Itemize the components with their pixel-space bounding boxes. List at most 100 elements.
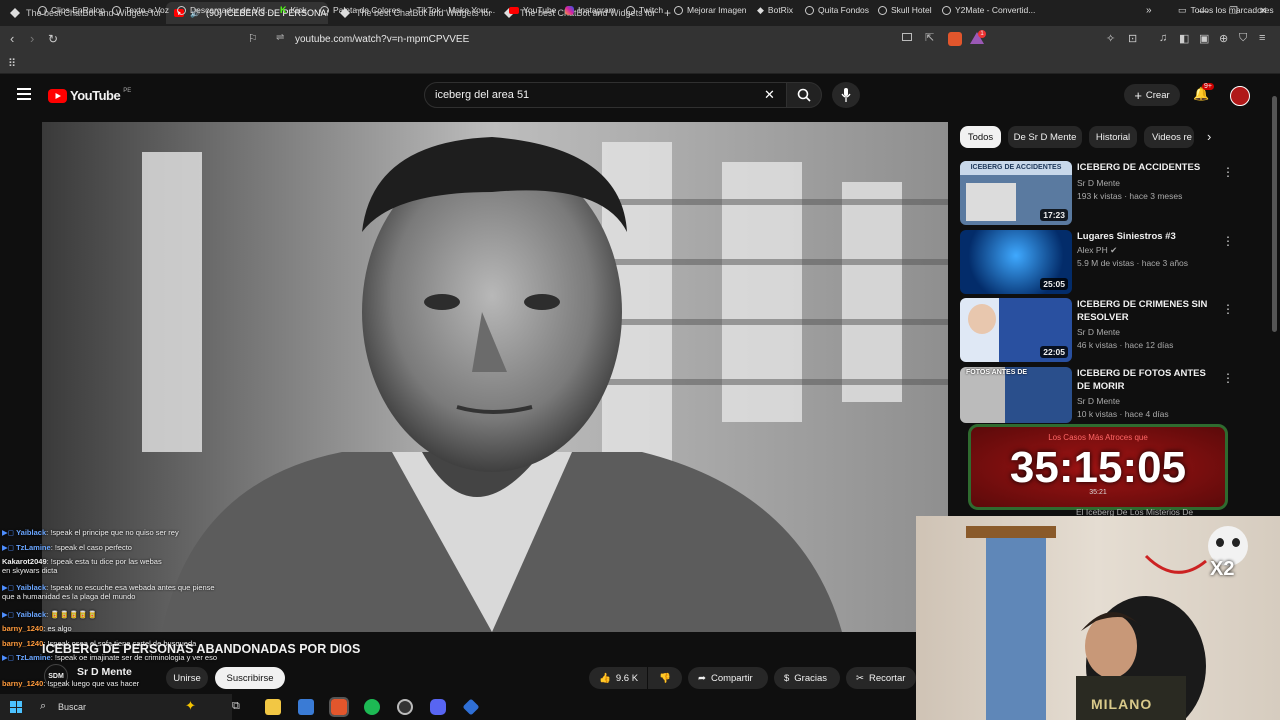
apps-grid-icon[interactable]: ⠿	[8, 57, 16, 70]
page-scrollbar[interactable]	[1272, 96, 1277, 332]
wallet-icon[interactable]: ▣	[1199, 32, 1209, 45]
chip-channel[interactable]: De Sr D Mente	[1008, 126, 1082, 148]
new-tab-button[interactable]: +	[664, 6, 671, 20]
bookmark-item[interactable]: Y2Mate - Convertid...	[942, 2, 1035, 18]
more-options-icon[interactable]: ⋮	[1222, 302, 1234, 316]
app-icon[interactable]	[462, 698, 480, 716]
bookmark-item[interactable]: Instagram	[565, 2, 616, 18]
youtube-logo[interactable]: YouTube PE	[48, 88, 131, 103]
more-options-icon[interactable]: ⋮	[1222, 371, 1234, 385]
brave-browser-icon[interactable]	[329, 697, 349, 717]
create-button[interactable]: + Crear	[1124, 84, 1180, 106]
bookmark-item[interactable]: Twitch	[626, 2, 663, 18]
suggested-video[interactable]: FOTOS ANTES DE ICEBERG DE FOTOS ANTES DE…	[960, 367, 1234, 431]
forward-icon[interactable]: ›	[30, 31, 34, 46]
chat-message: barny_1240: es algo	[2, 624, 232, 633]
brave-shields-icon[interactable]	[948, 32, 962, 46]
chat-badge-icon: ▶◻	[2, 583, 14, 592]
reload-icon[interactable]: ↻	[48, 32, 58, 46]
video-title[interactable]: ICEBERG DE FOTOS ANTES DE MORIR	[1077, 367, 1217, 393]
chat-message: ▶◻ Yaiblack: !speak el principe que no q…	[2, 528, 232, 537]
chips-next-icon[interactable]: ›	[1207, 129, 1211, 144]
menu-icon[interactable]: ≡	[1259, 32, 1265, 44]
bookmark-item[interactable]: Quita Fondos	[805, 2, 869, 18]
chat-text: : !speak el caso perfecto	[50, 543, 132, 552]
windows-taskbar	[0, 694, 232, 720]
suggested-video[interactable]: 22:05 ICEBERG DE CRIMENES SIN RESOLVER S…	[960, 298, 1234, 362]
video-thumbnail[interactable]: FOTOS ANTES DE	[960, 367, 1072, 423]
bookmark-label: Clips EnRalop	[51, 5, 105, 15]
chip-historial[interactable]: Historial	[1089, 126, 1137, 148]
screenshot-icon[interactable]: ⊡	[1128, 32, 1137, 45]
video-thumbnail[interactable]: 25:05	[960, 230, 1072, 294]
windows-start-icon[interactable]	[10, 701, 22, 713]
bookmark-item[interactable]: Descargador de Vid...	[177, 2, 272, 18]
avatar[interactable]	[1230, 86, 1250, 106]
cast-icon[interactable]	[902, 33, 912, 41]
all-bookmarks-button[interactable]: ▭ Todos los marcadores	[1178, 2, 1274, 18]
store-icon[interactable]	[298, 699, 314, 715]
chat-emotes: 🥫🥫🥫🥫🥫	[50, 610, 97, 619]
bookmark-item[interactable]: Mejorar Imagen	[674, 2, 747, 18]
clear-search-icon[interactable]: ✕	[764, 87, 775, 103]
suggested-video[interactable]: 25:05 Lugares Siniestros #3 Alex PH ✔ 5.…	[960, 230, 1234, 294]
file-explorer-icon[interactable]	[265, 699, 281, 715]
chip-todos[interactable]: Todos	[960, 126, 1001, 148]
back-icon[interactable]: ‹	[10, 31, 14, 46]
obs-icon[interactable]	[397, 699, 413, 715]
spotify-icon[interactable]	[364, 699, 380, 715]
clip-button[interactable]: ✂ Recortar	[846, 667, 916, 689]
like-button[interactable]: 👍 9.6 K	[589, 667, 647, 689]
discord-icon[interactable]	[430, 699, 446, 715]
chip-videos-relacionados[interactable]: Videos re	[1144, 126, 1194, 148]
bookmark-item[interactable]: Clips EnRalop	[38, 2, 105, 18]
share-page-icon[interactable]: ⇱	[925, 31, 934, 44]
join-button[interactable]: Unirse	[166, 667, 208, 689]
bookmark-item[interactable]: ♪ TikTok - Make Your...	[408, 2, 495, 18]
hamburger-menu-icon[interactable]	[17, 88, 31, 100]
thanks-button[interactable]: $ Gracias	[774, 667, 840, 689]
channel-name[interactable]: Alex PH ✔	[1077, 245, 1117, 256]
dislike-button[interactable]: 👎	[648, 667, 682, 689]
video-title[interactable]: ICEBERG DE CRIMENES SIN RESOLVER	[1077, 298, 1217, 324]
taskbar-search-box[interactable]: Buscar	[58, 702, 86, 712]
bookmark-item[interactable]: Paleta de Colores	[320, 2, 401, 18]
bookmark-item[interactable]: Skull Hotel	[878, 2, 932, 18]
video-title[interactable]: Lugares Siniestros #3	[1077, 230, 1217, 243]
channel-name[interactable]: Sr D Mente	[1077, 178, 1120, 188]
channel-name[interactable]: Sr D Mente	[1077, 396, 1120, 406]
shield-icon[interactable]: ⛉	[1239, 32, 1247, 45]
copilot-sparkle-icon[interactable]: ✦	[185, 698, 196, 714]
url-field[interactable]: youtube.com/watch?v=n-mpmCPVVEE	[295, 34, 469, 45]
extensions-icon[interactable]: ✧	[1106, 32, 1115, 45]
video-player[interactable]	[42, 122, 948, 632]
share-button[interactable]: ➦ Compartir	[688, 667, 768, 689]
chat-username: Yaiblack	[16, 583, 47, 592]
search-button[interactable]	[786, 82, 822, 108]
video-thumbnail[interactable]: 22:05	[960, 298, 1072, 362]
bookmark-icon[interactable]: ⚐	[248, 32, 258, 45]
sidebar-icon[interactable]: ◧	[1179, 32, 1189, 45]
search-input[interactable]: iceberg del area 51	[424, 82, 788, 108]
bookmark-item[interactable]: YouTube	[509, 2, 556, 18]
more-options-icon[interactable]: ⋮	[1222, 165, 1234, 179]
bookmark-item[interactable]: ◆ BotRix	[757, 2, 793, 18]
channel-name[interactable]: Sr D Mente	[1077, 327, 1120, 337]
voice-search-button[interactable]	[832, 82, 860, 108]
suggested-video[interactable]: ICEBERG DE ACCIDENTES 17:23 ICEBERG DE A…	[960, 161, 1234, 225]
site-info-icon[interactable]: ⇌	[276, 32, 284, 43]
more-bookmarks-button[interactable]: »	[1146, 2, 1152, 18]
bookmark-item[interactable]: K Kick	[280, 2, 307, 18]
music-icon[interactable]: ♫	[1159, 32, 1167, 44]
channel-name[interactable]: Sr D Mente	[77, 666, 132, 678]
subscribe-button[interactable]: Suscribirse	[215, 667, 285, 689]
bookmark-item[interactable]: Texto a Voz	[112, 2, 169, 18]
more-options-icon[interactable]: ⋮	[1222, 234, 1234, 248]
video-thumbnail[interactable]: ICEBERG DE ACCIDENTES 17:23	[960, 161, 1072, 225]
task-view-icon[interactable]: ⧉	[232, 700, 240, 713]
vpn-icon[interactable]: ⊕	[1219, 32, 1228, 45]
folder-icon: ▭	[1178, 4, 1187, 15]
video-title[interactable]: ICEBERG DE ACCIDENTES	[1077, 161, 1217, 174]
thumbs-up-icon: 👍	[599, 672, 611, 684]
taskbar-search-icon[interactable]: ⌕	[40, 700, 46, 713]
